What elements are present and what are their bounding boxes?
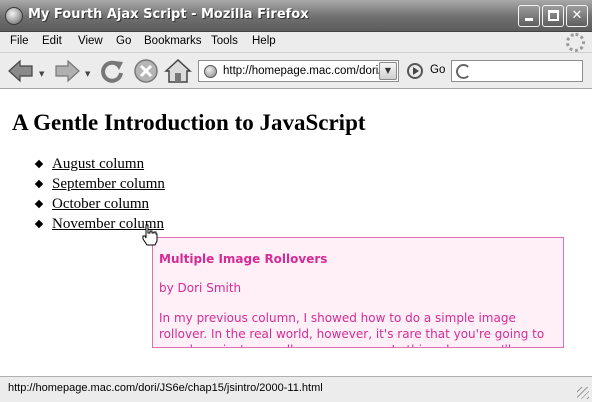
address-bar[interactable]: http://homepage.mac.com/dori/JS6e/chap15… [198,60,399,82]
bullet-icon [34,159,44,169]
august-column-link[interactable]: August column [52,156,144,172]
resize-grip-icon[interactable] [577,387,589,399]
back-history-dropdown-icon[interactable]: ▼ [39,70,44,78]
title-bar: My Fourth Ajax Script - Mozilla Firefox … [0,0,592,32]
bullet-icon [34,179,44,189]
forward-icon [55,59,80,83]
bullet-icon [34,219,44,229]
page-heading: A Gentle Introduction to JavaScript [12,110,366,135]
menu-go[interactable]: Go [116,35,131,47]
close-button[interactable]: ✕ [566,5,588,27]
address-input[interactable]: http://homepage.mac.com/dori/JS6e/chap15… [223,65,381,77]
go-button[interactable]: Go [430,64,445,76]
list-item: August column [34,156,165,176]
reload-icon [101,60,123,83]
page-content: A Gentle Introduction to JavaScript Augu… [0,90,592,376]
forward-button[interactable] [52,56,82,86]
maximize-icon [548,10,559,21]
status-bar: http://homepage.mac.com/dori/JS6e/chap15… [0,376,592,402]
search-bar[interactable] [451,60,583,82]
september-column-link[interactable]: September column [52,176,165,192]
list-item: October column [34,196,165,216]
menu-bar: File Edit View Go Bookmarks Tools Help [0,32,592,53]
google-search-engine-icon[interactable] [456,64,471,79]
firefox-globe-icon [5,7,23,25]
minimize-icon [525,18,533,21]
minimize-button[interactable] [518,5,540,27]
home-button[interactable] [163,56,193,86]
menu-help[interactable]: Help [252,35,276,47]
tooltip-title: Multiple Image Rollovers [159,252,328,266]
menu-file[interactable]: File [10,35,29,47]
menu-bookmarks[interactable]: Bookmarks [144,35,202,47]
stop-button[interactable] [131,56,161,86]
back-icon [8,59,33,83]
site-globe-icon [204,65,217,78]
menu-view[interactable]: View [78,35,103,47]
home-icon [164,58,192,83]
menu-tools[interactable]: Tools [211,35,238,47]
maximize-button[interactable] [542,5,564,27]
tooltip-body: In my previous column, I showed how to d… [159,311,548,347]
back-button[interactable] [6,56,36,86]
menu-edit[interactable]: Edit [42,35,62,47]
tooltip-author: by Dori Smith [159,281,242,295]
reload-button[interactable] [97,56,127,86]
bullet-icon [34,199,44,209]
forward-history-dropdown-icon[interactable]: ▼ [85,70,90,78]
navigation-toolbar: ▼ ▼ http://homepage.mac.com/dori/JS6e/ch… [0,53,592,89]
status-text: http://homepage.mac.com/dori/JS6e/chap15… [8,382,323,394]
go-icon[interactable] [407,63,423,79]
hand-pointer-cursor-icon [142,224,158,246]
column-preview-tooltip: Multiple Image Rollovers by Dori Smith I… [152,237,564,348]
list-item: September column [34,176,165,196]
throbber-icon [566,33,585,52]
close-icon: ✕ [571,8,583,23]
window-title: My Fourth Ajax Script - Mozilla Firefox [28,7,309,22]
october-column-link[interactable]: October column [52,196,149,212]
stop-icon [134,59,158,83]
address-history-dropdown-icon[interactable]: ▼ [379,62,397,80]
